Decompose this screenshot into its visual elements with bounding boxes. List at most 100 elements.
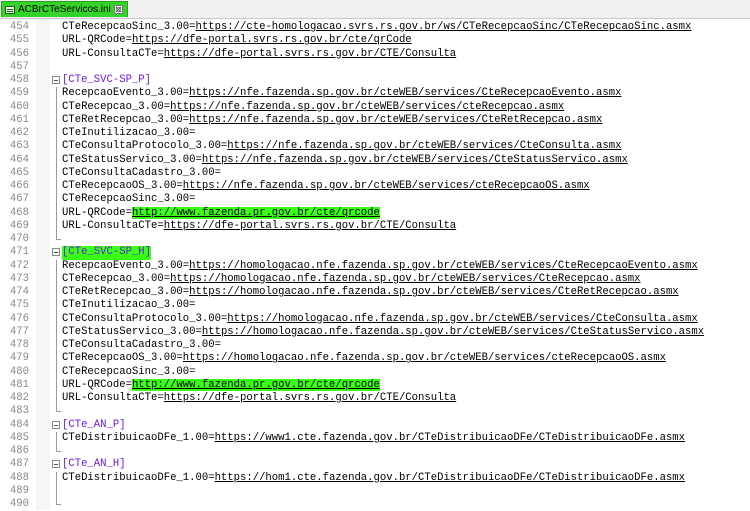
line-number: 467 xyxy=(9,193,29,206)
line-number: 458 xyxy=(9,74,29,86)
tab-acbrcteservicos[interactable]: ACBrCTeServicos.ini ⊠ xyxy=(1,1,128,17)
code-line: 480 CTeRecepcaoSinc_3.00= xyxy=(0,365,750,379)
code-text: URL-QRCode=http://www.fazenda.pr.gov.br/… xyxy=(62,378,380,392)
fold-guide xyxy=(56,180,57,194)
line-number: 474 xyxy=(9,286,29,298)
config-url-link[interactable]: https://homologacao.nfe.fazenda.sp.gov.b… xyxy=(189,286,679,298)
fold-guide xyxy=(56,325,57,339)
config-url-link[interactable]: https://homologacao.nfe.fazenda.sp.gov.b… xyxy=(202,326,704,338)
fold-guide xyxy=(56,100,57,114)
fold-guide xyxy=(56,193,57,207)
line-number: 482 xyxy=(9,392,29,404)
config-url-link[interactable]: https://nfe.fazenda.sp.gov.br/cteWEB/ser… xyxy=(170,101,564,113)
code-text: CTeRecepcaoSinc_3.00=https://cte-homolog… xyxy=(62,21,691,34)
line-number: 483 xyxy=(9,405,29,418)
config-url-link[interactable]: http://www.fazenda.pr.gov.br/cte/qrcode xyxy=(131,206,380,219)
code-line: 483 xyxy=(0,405,750,418)
code-line: 489 xyxy=(0,484,750,498)
config-key: CTeRecepcao_3.00= xyxy=(62,100,171,113)
code-line: 461 CTeRetRecepcao_3.00=https://nfe.fazen… xyxy=(0,113,750,127)
code-line: 478 CTeConsultaCadastro_3.00= xyxy=(0,339,750,353)
config-url-link[interactable]: https://dfe-portal.svrs.rs.gov.br/CTE/Co… xyxy=(164,220,456,232)
code-editor[interactable]: 454 CTeRecepcaoSinc_3.00=https://cte-homo… xyxy=(0,19,750,510)
line-number: 475 xyxy=(9,299,29,312)
fold-guide xyxy=(56,312,57,326)
config-url-link[interactable]: https://homologacao.nfe.fazenda.sp.gov.b… xyxy=(183,352,666,364)
line-number: 472 xyxy=(9,259,29,272)
section-line: 487 [CTe_AN_H] xyxy=(0,458,750,471)
config-key: CTeRecepcaoSinc_3.00= xyxy=(62,193,196,206)
code-text: CTeDistribuicaoDFe_1.00=https://hom1.cte… xyxy=(62,472,685,485)
config-key: CTeRecepcaoSinc_3.00= xyxy=(62,365,196,378)
tab-title: ACBrCTeServicos.ini xyxy=(18,4,111,15)
config-url-link[interactable]: https://nfe.fazenda.sp.gov.br/cteWEB/ser… xyxy=(227,140,621,152)
code-line: 485 CTeDistribuicaoDFe_1.00=https://www1.… xyxy=(0,431,750,445)
config-key: CTeRecepcaoOS_3.00= xyxy=(62,180,183,192)
config-url-link[interactable]: https://hom1.cte.fazenda.gov.br/CTeDistr… xyxy=(215,472,685,484)
config-url-link[interactable]: https://cte-homologacao.svrs.rs.gov.br/w… xyxy=(196,21,692,33)
code-line: 473 CTeRecepcao_3.00=https://homologacao.… xyxy=(0,272,750,286)
config-url-link[interactable]: https://homologacao.nfe.fazenda.sp.gov.b… xyxy=(170,273,640,285)
config-url-link[interactable]: https://dfe-portal.svrs.rs.gov.br/CTE/Co… xyxy=(164,48,456,60)
config-url-link[interactable]: https://nfe.fazenda.sp.gov.br/cteWEB/ser… xyxy=(202,154,628,166)
section-header: [CTe_SVC-SP_H] xyxy=(62,246,152,260)
config-key: CTeInutilizacao_3.00= xyxy=(62,299,196,312)
code-line: 469 URL-ConsultaCTe=https://dfe-portal.sv… xyxy=(0,219,750,233)
config-url-link[interactable]: https://www1.cte.fazenda.gov.br/CTeDistr… xyxy=(215,432,685,444)
fold-collapse-icon[interactable] xyxy=(52,76,60,84)
config-key: CTeRecepcaoSinc_3.00= xyxy=(62,21,196,33)
code-line: 472 RecepcaoEvento_3.00=https://homologac… xyxy=(0,259,750,273)
line-number: 468 xyxy=(9,206,29,219)
line-number: 461 xyxy=(9,113,29,126)
code-text: RecepcaoEvento_3.00=https://nfe.fazenda.… xyxy=(62,87,621,100)
line-number: 487 xyxy=(9,458,29,471)
config-key: URL-ConsultaCTe= xyxy=(62,219,164,232)
fold-guide xyxy=(56,392,57,406)
config-url-link[interactable]: https://nfe.fazenda.sp.gov.br/cteWEB/ser… xyxy=(183,180,590,192)
line-number: 473 xyxy=(9,272,29,285)
config-url-link[interactable]: https://homologacao.nfe.fazenda.sp.gov.b… xyxy=(227,313,697,325)
code-text: URL-QRCode=https://dfe-portal.svrs.rs.go… xyxy=(62,34,412,47)
config-key: CTeStatusServico_3.00= xyxy=(62,153,202,166)
fold-guide xyxy=(56,365,57,379)
line-number: 479 xyxy=(9,352,29,365)
config-url-link[interactable]: https://nfe.fazenda.sp.gov.br/cteWEB/ser… xyxy=(189,114,602,126)
config-url-link[interactable]: https://homologacao.nfe.fazenda.sp.gov.b… xyxy=(189,260,698,272)
code-line: 486 xyxy=(0,445,750,458)
code-line: 464 CTeStatusServico_3.00=https://nfe.faz… xyxy=(0,153,750,167)
line-number: 478 xyxy=(9,339,29,351)
code-line: 462 CTeInutilizacao_3.00= xyxy=(0,127,750,141)
code-line: 463 CTeConsultaProtocolo_3.00=https://nfe… xyxy=(0,140,750,154)
fold-guide xyxy=(56,272,57,286)
code-text: URL-QRCode=http://www.fazenda.pr.gov.br/… xyxy=(62,206,380,220)
line-number: 484 xyxy=(9,418,29,431)
config-key: CTeRecepcaoOS_3.00= xyxy=(62,352,183,365)
fold-collapse-icon[interactable] xyxy=(52,420,60,429)
config-url-link[interactable]: https://dfe-portal.svrs.rs.gov.br/cte/qr… xyxy=(132,34,412,46)
line-number: 456 xyxy=(9,47,29,60)
line-number: 469 xyxy=(9,219,29,232)
code-line: 474 CTeRetRecepcao_3.00=https://homologac… xyxy=(0,286,750,300)
config-key: CTeRecepcao_3.00= xyxy=(62,272,171,285)
config-url-link[interactable]: https://nfe.fazenda.sp.gov.br/cteWEB/ser… xyxy=(189,87,621,99)
code-text: CTeRecepcaoOS_3.00=https://nfe.fazenda.s… xyxy=(62,180,590,193)
line-number: 454 xyxy=(9,21,29,33)
fold-collapse-icon[interactable] xyxy=(52,248,60,257)
code-line: 470 xyxy=(0,233,750,246)
code-line: 490 xyxy=(0,498,750,511)
line-number: 466 xyxy=(9,180,29,192)
config-url-link[interactable]: https://dfe-portal.svrs.rs.gov.br/CTE/Co… xyxy=(164,392,456,404)
line-number: 460 xyxy=(9,100,29,113)
line-number: 486 xyxy=(9,445,29,457)
fold-collapse-icon[interactable] xyxy=(52,460,60,469)
line-number: 462 xyxy=(9,127,29,139)
config-key: CTeConsultaProtocolo_3.00= xyxy=(62,140,228,153)
fold-end xyxy=(56,239,61,240)
section-line: 458 [CTe_SVC-SP_P] xyxy=(0,74,750,87)
code-line: 459 RecepcaoEvento_3.00=https://nfe.fazen… xyxy=(0,87,750,101)
code-line: 476 CTeConsultaProtocolo_3.00=https://hom… xyxy=(0,312,750,326)
close-icon[interactable]: ⊠ xyxy=(113,5,123,14)
code-text: CTeRecepcao_3.00=https://homologacao.nfe… xyxy=(62,273,641,286)
config-key: RecepcaoEvento_3.00= xyxy=(62,259,190,272)
config-url-link[interactable]: http://www.fazenda.pr.gov.br/cte/qrcode xyxy=(131,378,380,391)
